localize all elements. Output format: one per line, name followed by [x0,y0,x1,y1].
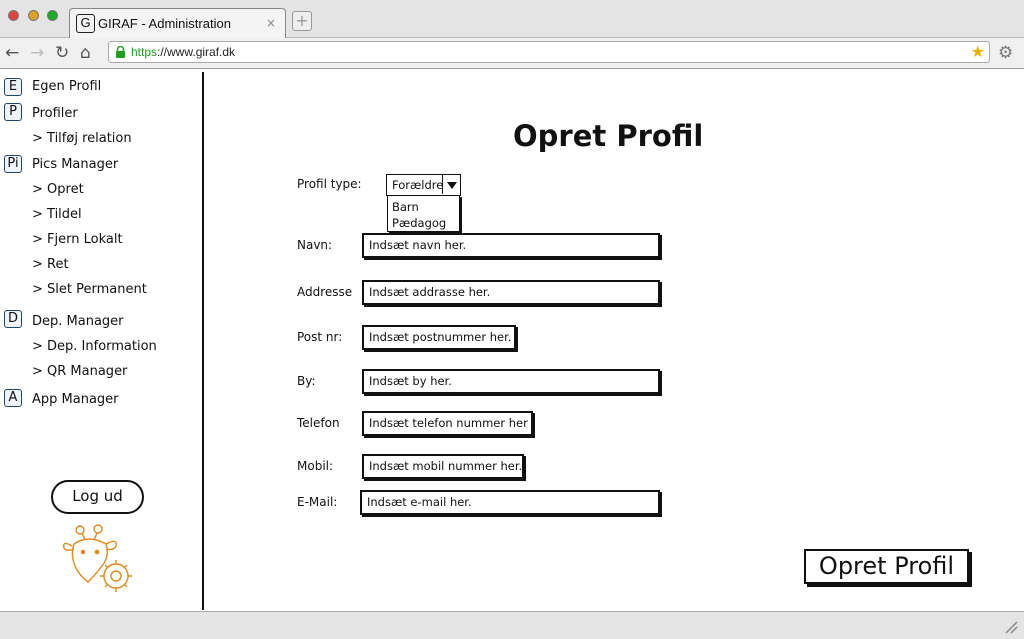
star-icon[interactable]: ★ [971,42,985,61]
page-title: Opret Profil [513,119,704,153]
url-text: https://www.giraf.dk [131,45,235,59]
window-titlebar: G GIRAF - Administration × + [0,0,1024,39]
badge-d-icon: D [4,310,22,328]
sidebar-subitem-qr-manager[interactable]: > QR Manager [32,364,127,379]
forward-icon[interactable]: → [30,42,44,64]
new-tab-icon[interactable]: + [292,11,312,31]
phone-label: Telefon [297,416,340,430]
sidebar-item-egen-profil[interactable]: Egen Profil [32,79,101,94]
tab-close-icon[interactable]: × [266,16,276,30]
sidebar-subitem-slet-permanent[interactable]: > Slet Permanent [32,282,147,297]
city-input[interactable]: Indsæt by her. [362,369,660,394]
logout-button[interactable]: Log ud [51,480,144,514]
postal-code-label: Post nr: [297,330,343,344]
url-host: ://www.giraf.dk [157,45,236,59]
sidebar-subitem-dep-information[interactable]: > Dep. Information [32,339,157,354]
mobile-label: Mobil: [297,459,334,473]
url-scheme: https [131,45,158,59]
name-label: Navn: [297,238,333,252]
sidebar-item-dep-manager[interactable]: Dep. Manager [32,314,124,329]
sidebar-item-pics-manager[interactable]: Pics Manager [32,157,118,172]
sidebar-subitem-fjern-lokalt[interactable]: > Fjern Lokalt [32,232,123,247]
sidebar-subitem-ret[interactable]: > Ret [32,257,69,272]
profile-type-select[interactable]: Forældre [386,174,461,196]
lock-icon [116,46,125,58]
browser-toolbar: ← → ↻ ⌂ https://www.giraf.dk ★ ⚙ [0,38,1024,69]
postal-code-input[interactable]: Indsæt postnummer her. [362,325,516,350]
settings-icon[interactable]: ⚙ [998,43,1013,63]
create-profile-button[interactable]: Opret Profil [804,549,969,584]
profile-type-value: Forældre [392,178,444,192]
resize-grip-icon[interactable] [1004,620,1018,634]
mobile-input[interactable]: Indsæt mobil nummer her. [362,454,524,479]
dropdown-option-paedagog[interactable]: Pædagog [392,216,446,230]
reload-icon[interactable]: ↻ [55,42,69,64]
back-icon[interactable]: ← [5,42,19,64]
badge-e-icon: E [4,78,22,96]
status-bar [0,611,1024,639]
email-input[interactable]: Indsæt e-mail her. [360,490,660,515]
profile-type-dropdown: Barn Pædagog [387,195,460,232]
sidebar-subitem-tilfoej-relation[interactable]: > Tilføj relation [32,131,132,146]
badge-a-icon: A [4,389,22,407]
dropdown-option-barn[interactable]: Barn [392,200,419,214]
badge-pi-icon: Pi [4,155,22,173]
minimize-window-icon[interactable] [28,10,39,21]
phone-input[interactable]: Indsæt telefon nummer her [362,411,533,436]
sidebar-item-profiler[interactable]: Profiler [32,106,78,121]
city-label: By: [297,374,316,388]
name-input[interactable]: Indsæt navn her. [362,233,660,258]
sidebar-divider [202,72,204,610]
sidebar-item-app-manager[interactable]: App Manager [32,392,119,407]
badge-p-icon: P [4,103,22,121]
favicon-icon: G [76,14,95,33]
sidebar-subitem-opret[interactable]: > Opret [32,182,84,197]
maximize-window-icon[interactable] [47,10,58,21]
email-label: E-Mail: [297,495,338,509]
giraf-logo-icon [62,524,132,592]
home-icon[interactable]: ⌂ [80,42,91,64]
address-label: Addresse [297,285,353,299]
tab-title: GIRAF - Administration [98,16,231,31]
close-window-icon[interactable] [8,10,19,21]
address-bar[interactable]: https://www.giraf.dk ★ [108,41,990,63]
profile-type-label: Profil type: [297,177,362,191]
browser-tab[interactable]: G GIRAF - Administration × [69,8,286,39]
address-input[interactable]: Indsæt addrasse her. [362,280,660,305]
chevron-down-icon[interactable] [442,175,460,194]
sidebar-subitem-tildel[interactable]: > Tildel [32,207,82,222]
